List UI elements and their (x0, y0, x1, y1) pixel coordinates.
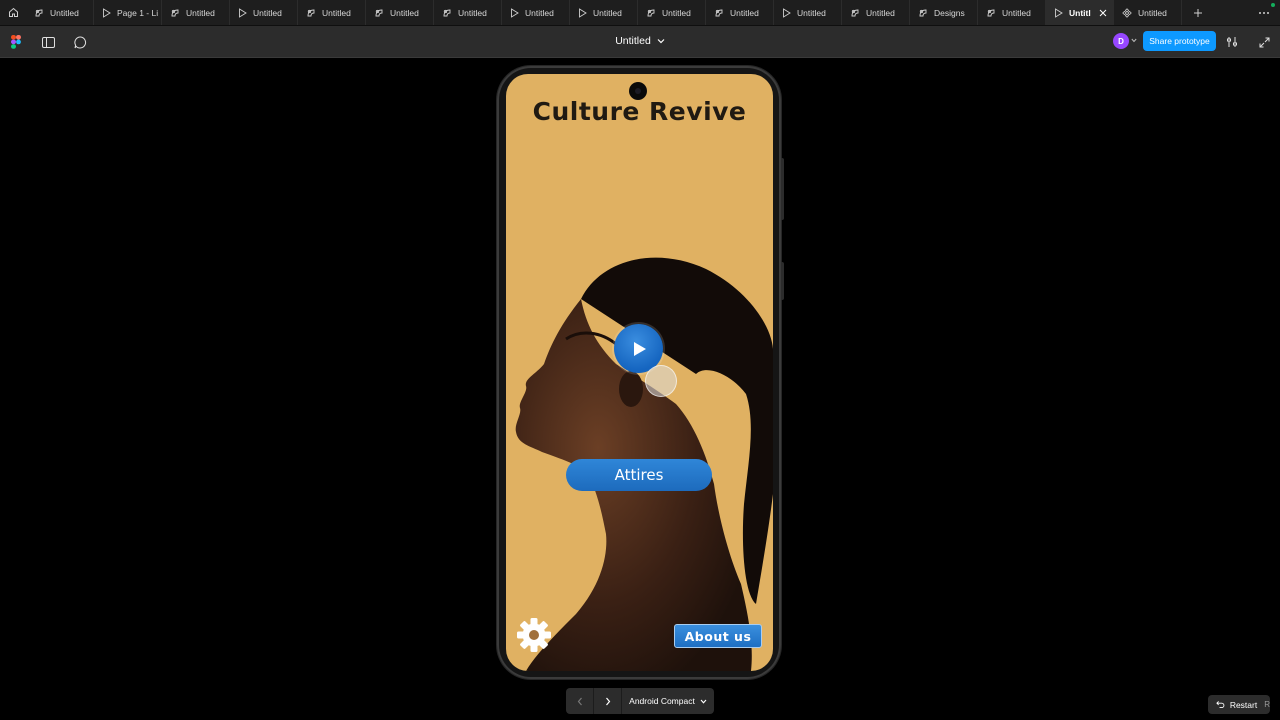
figjam-icon (306, 8, 316, 18)
avatar-chevron-down-icon[interactable] (1131, 38, 1137, 43)
device-select[interactable]: Android Compact (622, 696, 714, 706)
share-prototype-button[interactable]: Share prototype (1143, 31, 1216, 51)
restart-label: Restart (1229, 699, 1258, 710)
touch-cursor-indicator (645, 365, 677, 397)
tab-label: Untitled (797, 7, 826, 18)
figjam-icon (714, 8, 724, 18)
tab-label: Untitled (458, 7, 487, 18)
home-button[interactable] (0, 0, 26, 25)
file-title-label: Untitled (615, 35, 651, 47)
tab-label: Untitled (390, 7, 419, 18)
toolbar: Untitled (0, 26, 1280, 58)
next-frame-button[interactable] (594, 688, 622, 714)
component-icon (1122, 7, 1132, 18)
tab-2[interactable]: Untitled (162, 0, 230, 25)
restart-button[interactable]: Restart R (1208, 695, 1270, 714)
play-icon (782, 7, 791, 18)
tab-label: Untitled (866, 7, 895, 18)
device-side-button (781, 158, 784, 220)
gear-icon (517, 618, 551, 652)
about-us-button[interactable]: About us (674, 624, 762, 648)
prototype-navigation-bar: Android Compact (566, 688, 714, 714)
tab-label: Untitled (662, 7, 691, 18)
close-tab-icon[interactable] (1099, 9, 1107, 17)
home-icon (8, 7, 18, 17)
device-select-label: Android Compact (629, 696, 695, 706)
figjam-icon (986, 8, 996, 18)
figjam-icon (918, 8, 928, 18)
tab-label: Untitled (1138, 7, 1167, 18)
tab-label: Untitled (593, 7, 622, 18)
device-side-button (781, 262, 784, 300)
attires-button[interactable]: Attires (566, 459, 712, 491)
play-icon (102, 7, 111, 18)
tab-label: Untitled (322, 7, 351, 18)
tab-14[interactable]: Untitled (978, 0, 1046, 25)
chevron-down-icon (700, 699, 707, 704)
play-icon (578, 7, 587, 18)
file-title-button[interactable]: Untitled (615, 35, 665, 47)
tab-label: Untitled (730, 7, 759, 18)
play-icon (1054, 7, 1063, 18)
tab-11[interactable]: Untitled (774, 0, 842, 25)
tab-list: Untitled Page 1 - Li Untitled Untitled Untit… (26, 0, 1182, 25)
play-icon (510, 7, 519, 18)
tab-8[interactable]: Untitled (570, 0, 638, 25)
prototype-screen: Culture Revive Attires About us (506, 74, 773, 671)
figjam-icon (646, 8, 656, 18)
chevron-right-icon (605, 697, 610, 705)
play-icon (633, 341, 646, 356)
tab-4[interactable]: Untitled (298, 0, 366, 25)
tab-16[interactable]: Untitled (1114, 0, 1182, 25)
device-camera (629, 82, 647, 100)
more-icon (1259, 12, 1269, 14)
tab-0[interactable]: Untitled (26, 0, 94, 25)
plus-icon (1194, 8, 1202, 17)
tab-label: Untitl (1069, 7, 1091, 18)
settings-sliders-icon (1227, 37, 1237, 47)
tab-10[interactable]: Untitled (706, 0, 774, 25)
prototype-settings-button[interactable] (1223, 33, 1241, 51)
settings-button[interactable] (516, 617, 552, 653)
tab-label: Designs (934, 7, 965, 18)
tab-label: Untitled (186, 7, 215, 18)
app-title: Culture Revive (532, 97, 747, 126)
tab-label: Untitled (253, 7, 282, 18)
figjam-icon (34, 8, 44, 18)
tab-13[interactable]: Designs (910, 0, 978, 25)
tab-label: Untitled (525, 7, 554, 18)
more-button[interactable] (1258, 6, 1270, 24)
tab-label: Page 1 - Li (117, 7, 159, 18)
figjam-icon (442, 8, 452, 18)
tab-bar: Untitled Page 1 - Li Untitled Untitled Untit… (0, 0, 1280, 26)
play-icon (238, 7, 247, 18)
tab-1[interactable]: Page 1 - Li (94, 0, 162, 25)
tab-9[interactable]: Untitled (638, 0, 706, 25)
user-avatar[interactable]: D (1113, 33, 1129, 49)
tab-7[interactable]: Untitled (502, 0, 570, 25)
tab-3[interactable]: Untitled (230, 0, 298, 25)
tab-label: Untitled (50, 7, 79, 18)
figjam-icon (850, 8, 860, 18)
tab-15[interactable]: Untitl (1046, 0, 1114, 25)
new-tab-button[interactable] (1186, 0, 1210, 25)
restart-shortcut-key: R (1264, 700, 1270, 709)
chevron-down-icon (657, 39, 665, 44)
tab-5[interactable]: Untitled (366, 0, 434, 25)
fullscreen-button[interactable] (1255, 33, 1273, 51)
figjam-icon (374, 8, 384, 18)
online-status-dot (1271, 3, 1275, 7)
file-title: Untitled (0, 35, 1280, 47)
chevron-left-icon (577, 697, 582, 705)
tab-6[interactable]: Untitled (434, 0, 502, 25)
expand-icon (1259, 37, 1269, 47)
previous-frame-button[interactable] (566, 688, 594, 714)
tab-label: Untitled (1002, 7, 1031, 18)
figjam-icon (170, 8, 180, 18)
restart-icon (1216, 701, 1225, 709)
tab-12[interactable]: Untitled (842, 0, 910, 25)
